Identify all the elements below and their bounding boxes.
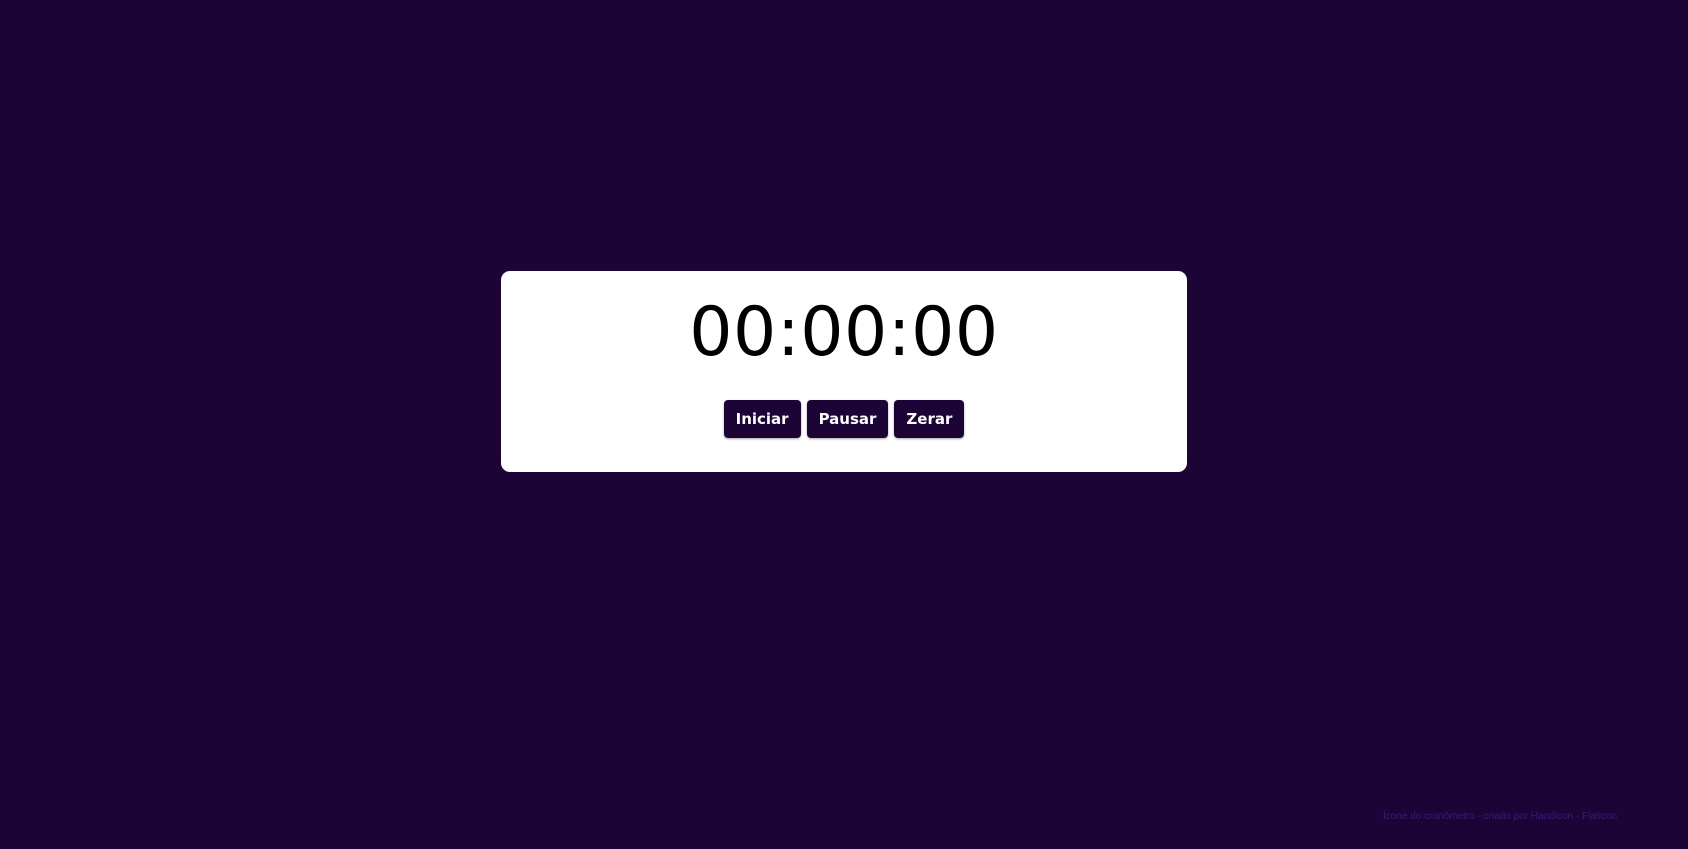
attribution-link[interactable]: Ícone do cronômetro - criado por Handico… bbox=[1383, 811, 1617, 822]
time-display: 00:00:00 bbox=[689, 293, 999, 372]
start-button[interactable]: Iniciar bbox=[723, 400, 801, 438]
page: 00:00:00 Iniciar Pausar Zerar Ícone do c… bbox=[0, 0, 1688, 849]
pause-button[interactable]: Pausar bbox=[806, 400, 889, 438]
stopwatch-controls: Iniciar Pausar Zerar bbox=[501, 400, 1187, 438]
stopwatch-card: 00:00:00 Iniciar Pausar Zerar bbox=[501, 271, 1187, 472]
reset-button[interactable]: Zerar bbox=[894, 400, 965, 438]
attribution-credit: Ícone do cronômetro - criado por Handico… bbox=[1383, 811, 1617, 822]
